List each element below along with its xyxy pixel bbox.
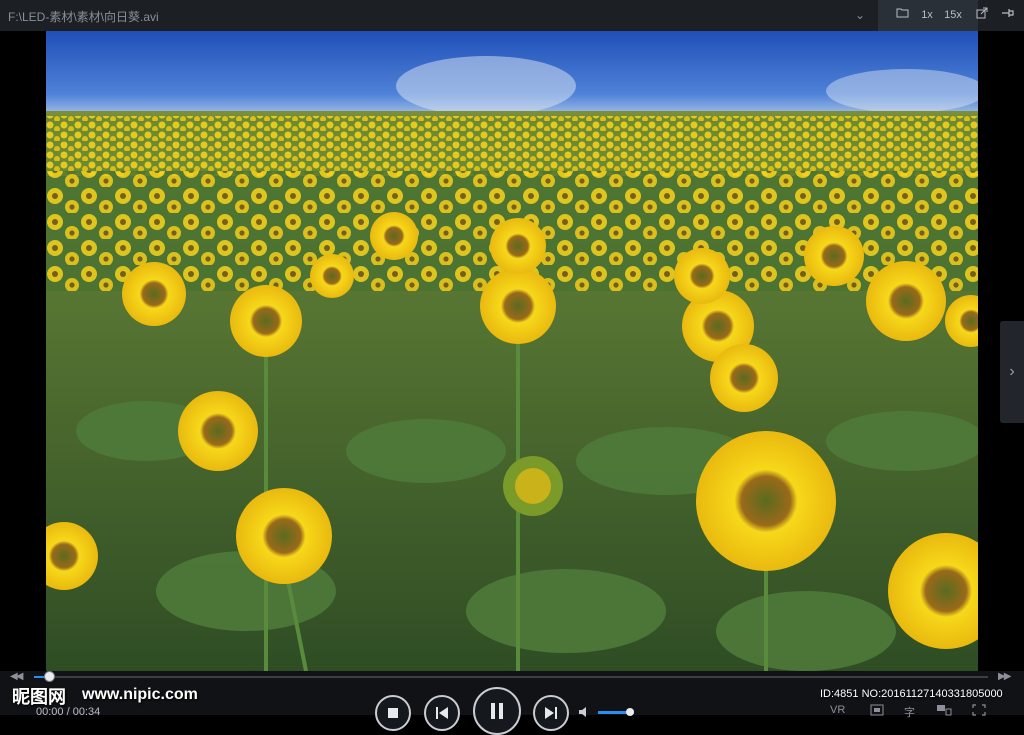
vr-button[interactable]: VR — [830, 704, 845, 716]
video-frame[interactable] — [46, 31, 978, 671]
next-icon — [545, 707, 557, 719]
seek-bar[interactable] — [34, 671, 988, 682]
folder-icon[interactable] — [894, 7, 910, 23]
popout-icon[interactable] — [974, 7, 990, 23]
skip-back-icon[interactable]: ◀◀ — [10, 671, 23, 682]
stop-button[interactable] — [375, 695, 411, 731]
stop-icon — [388, 708, 398, 718]
next-button[interactable] — [533, 695, 569, 731]
previous-button[interactable] — [424, 695, 460, 731]
seek-thumb[interactable] — [44, 671, 55, 682]
skip-forward-icon[interactable]: ▶▶ — [998, 671, 1011, 682]
chevron-down-icon[interactable]: ⌄ — [850, 6, 870, 24]
screenshot-icon[interactable] — [870, 704, 884, 719]
sunflower-video-frame — [46, 31, 978, 671]
speed-1x-button[interactable]: 1x — [918, 7, 936, 23]
video-area[interactable]: › — [0, 31, 1024, 671]
pause-icon — [491, 703, 503, 719]
title-bar: F:\LED-素材\素材\向日葵.avi ⌄ 1x 15x — [0, 0, 1024, 32]
watermark-id: ID:4851 NO:20161127140331805000 — [820, 688, 1003, 700]
chevron-right-icon[interactable]: › — [1000, 321, 1024, 423]
watermark-logo: 昵图网 — [12, 687, 66, 708]
pause-button[interactable] — [473, 687, 521, 735]
volume-icon[interactable] — [578, 705, 592, 723]
pip-icon[interactable] — [936, 704, 952, 719]
watermark-url: www.nipic.com — [82, 686, 198, 703]
fullscreen-icon[interactable] — [972, 704, 986, 719]
previous-icon — [436, 707, 448, 719]
title-toolbar: 1x 15x — [878, 0, 988, 31]
file-path-title: F:\LED-素材\素材\向日葵.avi — [8, 10, 159, 24]
subtitle-button[interactable]: 字 — [904, 704, 915, 720]
speed-15x-button[interactable]: 15x — [942, 7, 964, 23]
pin-icon[interactable] — [998, 6, 1018, 24]
